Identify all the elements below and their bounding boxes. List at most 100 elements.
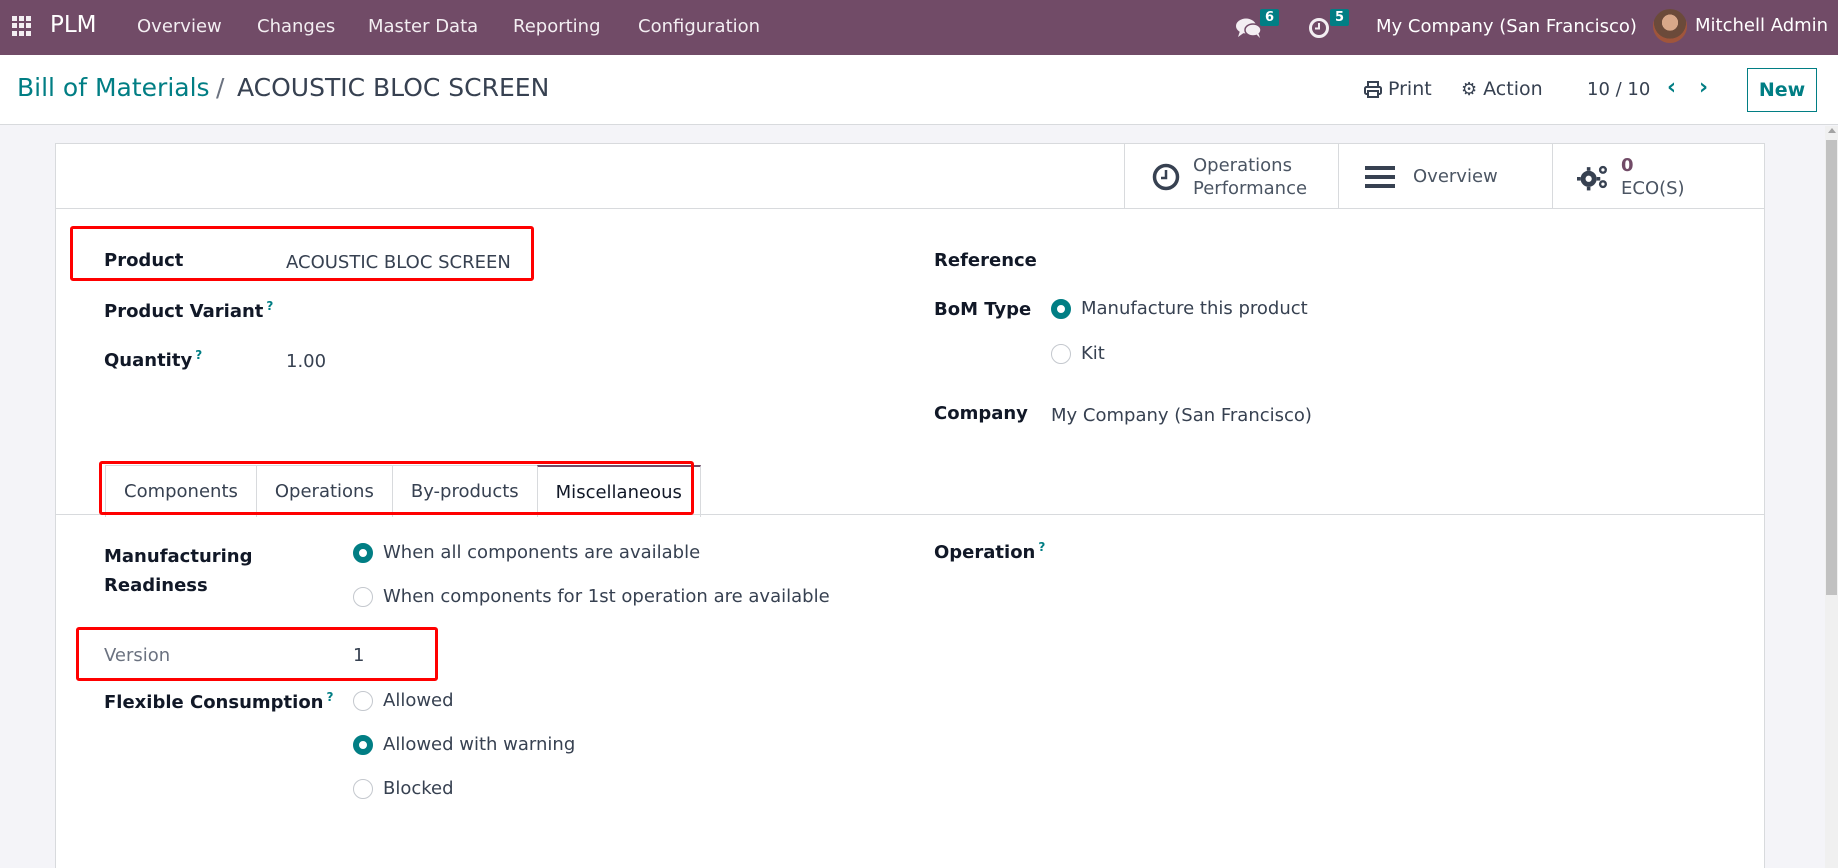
user-avatar[interactable] bbox=[1653, 9, 1687, 43]
activities-badge: 5 bbox=[1330, 9, 1350, 26]
menu-overview[interactable]: Overview bbox=[137, 16, 222, 37]
radio-unchecked-icon bbox=[353, 778, 373, 799]
quantity-label: Quantity? bbox=[104, 348, 202, 371]
bom-type-kit-radio[interactable]: Kit bbox=[1051, 343, 1105, 364]
help-icon[interactable]: ? bbox=[1038, 540, 1045, 554]
radio-checked-icon bbox=[353, 542, 373, 563]
help-icon[interactable]: ? bbox=[327, 690, 334, 704]
radio-label: Allowed bbox=[383, 690, 454, 711]
gear-icon: ⚙ bbox=[1461, 78, 1478, 100]
flexible-blocked-radio[interactable]: Blocked bbox=[353, 778, 454, 799]
radio-unchecked-icon bbox=[353, 586, 373, 607]
vertical-scrollbar[interactable] bbox=[1825, 126, 1838, 868]
tab-operations[interactable]: Operations bbox=[255, 465, 393, 517]
company-field[interactable]: My Company (San Francisco) bbox=[1051, 405, 1312, 426]
action-button[interactable]: ⚙ Action bbox=[1461, 78, 1543, 100]
smart-button-box: Operations Performance Overview 0 ECO(S) bbox=[56, 144, 1764, 209]
product-variant-label: Product Variant? bbox=[104, 299, 273, 322]
app-name[interactable]: PLM bbox=[50, 12, 97, 38]
breadcrumb-separator: / bbox=[216, 73, 225, 102]
readiness-label-line1: Manufacturing bbox=[104, 546, 253, 567]
company-switcher[interactable]: My Company (San Francisco) bbox=[1376, 16, 1637, 37]
tab-by-products[interactable]: By-products bbox=[391, 465, 538, 517]
bars-icon bbox=[1363, 160, 1397, 194]
print-label: Print bbox=[1388, 78, 1432, 100]
form-sheet: Operations Performance Overview 0 ECO(S)… bbox=[55, 143, 1765, 868]
radio-unchecked-icon bbox=[1051, 343, 1071, 364]
stat-line1: Overview bbox=[1413, 166, 1498, 187]
operation-label: Operation? bbox=[934, 540, 1045, 563]
clock-icon bbox=[1309, 18, 1329, 38]
manufacturing-readiness-label: Manufacturing Readiness bbox=[104, 542, 253, 600]
printer-icon bbox=[1364, 80, 1382, 98]
messages-badge: 6 bbox=[1260, 9, 1280, 26]
activities-button[interactable]: 5 bbox=[1308, 9, 1350, 41]
company-label: Company bbox=[934, 403, 1028, 424]
new-button[interactable]: New bbox=[1747, 68, 1817, 112]
scrollbar-thumb[interactable] bbox=[1826, 140, 1837, 595]
print-button[interactable]: Print bbox=[1364, 78, 1432, 100]
tab-components[interactable]: Components bbox=[105, 465, 257, 517]
product-label: Product bbox=[104, 250, 184, 271]
bom-type-manufacture-radio[interactable]: Manufacture this product bbox=[1051, 298, 1308, 319]
stat-line1: Operations bbox=[1193, 154, 1292, 176]
action-label: Action bbox=[1483, 78, 1543, 100]
top-navbar: PLM Overview Changes Master Data Reporti… bbox=[0, 0, 1838, 55]
control-panel: Bill of Materials / ACOUSTIC BLOC SCREEN… bbox=[0, 55, 1838, 125]
help-icon[interactable]: ? bbox=[195, 348, 202, 362]
clock-icon bbox=[1149, 160, 1183, 194]
help-icon[interactable]: ? bbox=[266, 299, 273, 313]
reference-field[interactable] bbox=[1051, 250, 1651, 276]
flexible-allowed-warning-radio[interactable]: Allowed with warning bbox=[353, 734, 575, 755]
user-menu[interactable]: Mitchell Admin bbox=[1695, 15, 1828, 36]
messages-button[interactable]: 6 bbox=[1236, 9, 1280, 41]
flexible-label-text: Flexible Consumption bbox=[104, 692, 324, 713]
stat-line2: ECO(S) bbox=[1621, 177, 1685, 199]
bom-type-label: BoM Type bbox=[934, 299, 1032, 320]
stat-line2: Performance bbox=[1193, 177, 1308, 199]
tab-miscellaneous[interactable]: Miscellaneous bbox=[536, 465, 701, 517]
product-field[interactable]: ACOUSTIC BLOC SCREEN bbox=[286, 252, 511, 273]
reference-label: Reference bbox=[934, 250, 1037, 271]
readiness-label-line2: Readiness bbox=[104, 575, 208, 596]
ecos-button[interactable]: 0 ECO(S) bbox=[1552, 144, 1764, 209]
operation-label-text: Operation bbox=[934, 542, 1036, 563]
pager-next-icon[interactable]: › bbox=[1699, 75, 1708, 100]
chat-icon bbox=[1236, 18, 1262, 38]
overview-button[interactable]: Overview bbox=[1338, 144, 1552, 209]
radio-label: When components for 1st operation are av… bbox=[383, 586, 830, 607]
radio-label: When all components are available bbox=[383, 542, 701, 563]
operation-field[interactable] bbox=[1106, 540, 1706, 566]
quantity-field[interactable]: 1.00 bbox=[286, 351, 326, 372]
menu-master-data[interactable]: Master Data bbox=[368, 16, 478, 37]
tabs-divider bbox=[56, 514, 1764, 515]
menu-configuration[interactable]: Configuration bbox=[638, 16, 760, 37]
pager-previous-icon[interactable]: ‹ bbox=[1667, 75, 1676, 100]
eco-count: 0 bbox=[1621, 154, 1634, 176]
flexible-consumption-label: Flexible Consumption? bbox=[104, 690, 333, 713]
apps-menu-icon[interactable] bbox=[12, 16, 32, 36]
flexible-allowed-radio[interactable]: Allowed bbox=[353, 690, 454, 711]
version-label: Version bbox=[104, 645, 171, 666]
pager-value[interactable]: 10 / 10 bbox=[1587, 79, 1650, 100]
radio-label: Kit bbox=[1081, 343, 1105, 364]
version-field: 1 bbox=[353, 645, 365, 666]
quantity-label-text: Quantity bbox=[104, 350, 193, 371]
product-variant-field[interactable] bbox=[286, 299, 826, 325]
menu-changes[interactable]: Changes bbox=[257, 16, 335, 37]
breadcrumb-current-record: ACOUSTIC BLOC SCREEN bbox=[237, 73, 550, 102]
scroll-up-icon[interactable] bbox=[1828, 128, 1836, 133]
readiness-all-available-radio[interactable]: When all components are available bbox=[353, 542, 700, 563]
radio-label: Blocked bbox=[383, 778, 454, 799]
breadcrumb-bill-of-materials[interactable]: Bill of Materials bbox=[17, 73, 210, 102]
readiness-first-operation-radio[interactable]: When components for 1st operation are av… bbox=[353, 586, 830, 607]
radio-unchecked-icon bbox=[353, 690, 373, 711]
radio-checked-icon bbox=[353, 734, 373, 755]
operations-performance-button[interactable]: Operations Performance bbox=[1124, 144, 1338, 209]
menu-reporting[interactable]: Reporting bbox=[513, 16, 601, 37]
notebook-tabs: Components Operations By-products Miscel… bbox=[105, 465, 701, 517]
radio-checked-icon bbox=[1051, 298, 1071, 319]
cogs-icon bbox=[1577, 160, 1611, 194]
product-variant-label-text: Product Variant bbox=[104, 301, 264, 322]
radio-label: Allowed with warning bbox=[383, 734, 576, 755]
